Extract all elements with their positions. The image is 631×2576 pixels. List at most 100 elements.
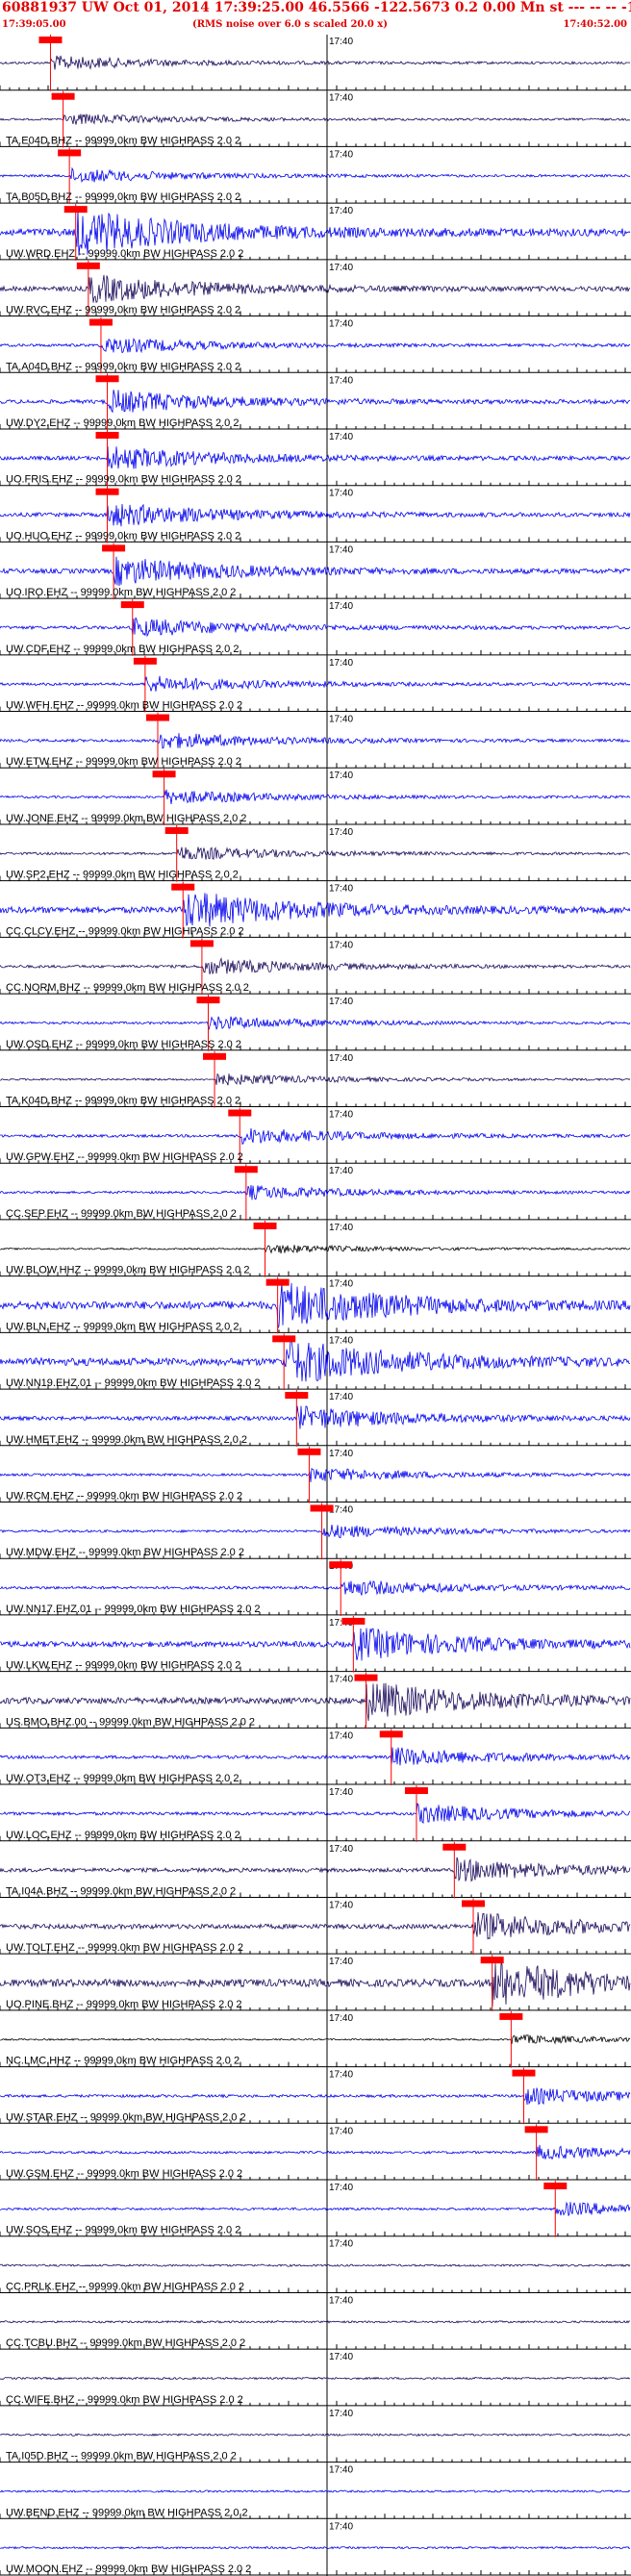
pick-flag — [146, 714, 169, 721]
minute-label: 17:40 — [329, 1730, 353, 1741]
pick-flag — [462, 1900, 485, 1907]
trace-4: 17:40 UW.RVC.EHZ -- 99999.0km BW HIGHPASS… — [0, 260, 631, 317]
waveform — [0, 2320, 631, 2324]
minute-label: 17:40 — [329, 2183, 353, 2193]
pick-flag — [58, 149, 82, 157]
waveform — [0, 556, 631, 587]
trace-19: 17:40 UW.GPW.EHZ -- 99999.0km BW HIGHPASS… — [0, 1107, 631, 1165]
trace-23: 17:40 UW.NN19.EHZ.01 -- 99999.0km BW HIGH… — [0, 1333, 631, 1391]
pick-flag — [480, 1957, 504, 1964]
trace-29: 17:40 US.BMO.BHZ.00 -- 99999.0km BW HIGHP… — [0, 1672, 631, 1730]
waveform — [0, 957, 631, 974]
waveform — [0, 1339, 631, 1382]
station-label: UW.GPW.EHZ -- 99999.0km BW HIGHPASS 2.0 … — [6, 1151, 243, 1163]
trace-16: 17:40 CC.NORM.BHZ -- 99999.0km BW HIGHPAS… — [0, 938, 631, 996]
pick-flag — [379, 1730, 403, 1738]
pick-flag — [543, 2183, 568, 2190]
trace-11: 17:40 UW.WFH.EHZ -- 99999.0km BW HIGHPASS… — [0, 655, 631, 713]
waveform — [0, 733, 631, 749]
minute-label: 17:40 — [329, 2352, 353, 2362]
minute-label: 17:40 — [329, 2126, 353, 2136]
waveform — [0, 2433, 631, 2437]
minute-label: 17:40 — [329, 997, 353, 1007]
station-label: UO.FRIS.EHZ -- 99999.0km BW HIGHPASS 2.0… — [6, 474, 241, 486]
trace-44: 17:40 UW.MOON.EHZ -- 99999.0km BW HIGHPAS… — [0, 2519, 631, 2576]
pick-flag — [234, 1166, 258, 1174]
minute-label: 17:40 — [329, 37, 353, 47]
event-title: 60881937 UW Oct 01, 2014 17:39:25.00 46.… — [2, 0, 631, 15]
waveform — [0, 1911, 631, 1940]
minute-label: 17:40 — [329, 544, 353, 555]
station-label: UW.BEND.EHZ -- 99999.0km BW HIGHPASS 2.0… — [6, 2507, 248, 2518]
minute-label: 17:40 — [329, 658, 353, 669]
minute-label: 17:40 — [329, 827, 353, 838]
station-label: UW.SOS.EHZ -- 99999.0km BW HIGHPASS 2.0 … — [6, 2225, 240, 2236]
pick-flag — [63, 206, 88, 214]
trace-39: 17:40 CC.PRLK.EHZ -- 99999.0km BW HIGHPAS… — [0, 2236, 631, 2294]
waveform — [0, 1467, 631, 1482]
waveform — [0, 846, 631, 860]
station-label: UW.OSD.EHZ -- 99999.0km BW HIGHPASS 2.0 … — [6, 1039, 241, 1050]
station-label: UW.MDW.EHZ -- 99999.0km BW HIGHPASS 2.0 … — [6, 1547, 244, 1558]
station-label: CC.SEP.EHZ -- 99999.0km BW HIGHPASS 2.0 … — [6, 1208, 237, 1220]
minute-label: 17:40 — [329, 1279, 353, 1290]
minute-label: 17:40 — [329, 1110, 353, 1121]
minute-label: 17:40 — [329, 2295, 353, 2306]
station-label: CC.TCBU.BHZ -- 99999.0km BW HIGHPASS 2.0… — [6, 2337, 245, 2349]
pick-flag — [203, 1052, 227, 1060]
station-label: UW.HMET.EHZ -- 99999.0km BW HIGHPASS 2.0… — [6, 1434, 247, 1446]
minute-label: 17:40 — [329, 149, 353, 160]
station-label: TA.I05D.BHZ -- 99999.0km BW HIGHPASS 2.0… — [6, 2451, 237, 2462]
pick-flag — [285, 1392, 309, 1400]
station-label: UW.DY2.EHZ -- 99999.0km BW HIGHPASS 2.0 … — [6, 417, 239, 429]
station-label: UO.PINE.BHZ -- 99999.0km BW HIGHPASS 2.0… — [6, 1999, 242, 2010]
station-label: UW.SP2.EHZ -- 99999.0km BW HIGHPASS 2.0 … — [6, 870, 239, 881]
pick-flag — [38, 37, 63, 43]
trace-28: 17:40UW.LKW.EHZ -- 99999.0km BW HIGHPASS… — [0, 1615, 631, 1673]
minute-label: 17:40 — [329, 2521, 353, 2532]
station-label: TA.A04D.BHZ -- 99999.0km BW HIGHPASS 2.0… — [6, 361, 240, 372]
waveform — [0, 1682, 631, 1722]
station-label: UW.JONE.EHZ -- 99999.0km BW HIGHPASS 2.0… — [6, 813, 246, 824]
minute-label: 17:40 — [329, 715, 353, 725]
trace-25: 17:40 UW.RCM.EHZ -- 99999.0km BW HIGHPASS… — [0, 1446, 631, 1503]
trace-22: 17:40 UW.BLN.EHZ -- 99999.0km BW HIGHPASS… — [0, 1276, 631, 1334]
trace-1: 17:40 TA.E04D.BHZ -- 99999.0km BW HIGHPAS… — [0, 90, 631, 148]
pick-flag — [51, 92, 75, 100]
waveform — [0, 1073, 631, 1086]
minute-label: 17:40 — [329, 1449, 353, 1459]
trace-26: 17:40UW.MDW.EHZ -- 99999.0km BW HIGHPASS… — [0, 1503, 631, 1560]
minute-label: 17:40 — [329, 1957, 353, 1967]
trace-20: 17:40 CC.SEP.EHZ -- 99999.0km BW HIGHPASS… — [0, 1164, 631, 1221]
trace-12: 17:40 UW.ETW.EHZ -- 99999.0km BW HIGHPASS… — [0, 712, 631, 770]
pick-flag — [164, 826, 189, 834]
minute-label: 17:40 — [329, 1787, 353, 1798]
minute-label: 17:40 — [329, 1335, 353, 1346]
trace-2: 17:40 TA.B05D.BHZ -- 99999.0km BW HIGHPAS… — [0, 147, 631, 205]
trace-8: 17:40 UO.HUO.EHZ -- 99999.0km BW HIGHPASS… — [0, 486, 631, 543]
minute-label: 17:40 — [329, 1392, 353, 1402]
station-label: UW.BLN.EHZ -- 99999.0km BW HIGHPASS 2.0 … — [6, 1321, 239, 1332]
station-label: TA.B05D.BHZ -- 99999.0km BW HIGHPASS 2.0… — [6, 191, 240, 203]
trace-9: 17:40 UO.IRO.EHZ -- 99999.0km BW HIGHPASS… — [0, 543, 631, 600]
minute-label: 17:40 — [329, 940, 353, 950]
station-label: UO.HUO.EHZ -- 99999.0km BW HIGHPASS 2.0 … — [6, 530, 240, 542]
trace-40: 17:40 CC.TCBU.BHZ -- 99999.0km BW HIGHPAS… — [0, 2293, 631, 2351]
pick-flag — [152, 770, 176, 778]
waveform — [0, 2087, 631, 2106]
trace-43: 17:40 UW.BEND.EHZ -- 99999.0km BW HIGHPAS… — [0, 2462, 631, 2520]
waveform — [0, 675, 631, 692]
pick-flag — [95, 488, 119, 495]
station-label: CC.PRLK.EHZ -- 99999.0km BW HIGHPASS 2.0… — [6, 2281, 244, 2292]
trace-3: 17:40 UW.WRD.EHZ -- 99999.0km BW HIGHPASS… — [0, 204, 631, 261]
pick-flag — [329, 1561, 353, 1569]
minute-label: 17:40 — [329, 375, 353, 386]
station-label: CC.CLCV.EHZ -- 99999.0km BW HIGHPASS 2.0… — [6, 925, 244, 937]
waveform — [0, 2263, 631, 2267]
pick-flag — [120, 601, 144, 609]
waveform — [0, 274, 631, 303]
station-label: UW.OT3.EHZ -- 99999.0km BW HIGHPASS 2.0 … — [6, 1773, 239, 1784]
minute-label: 17:40 — [329, 93, 353, 104]
trace-18: 17:40 TA.K04D.BHZ -- 99999.0km BW HIGHPAS… — [0, 1050, 631, 1108]
trace-21: 17:40 UW.BLOW.HHZ -- 99999.0km BW HIGHPAS… — [0, 1220, 631, 1277]
